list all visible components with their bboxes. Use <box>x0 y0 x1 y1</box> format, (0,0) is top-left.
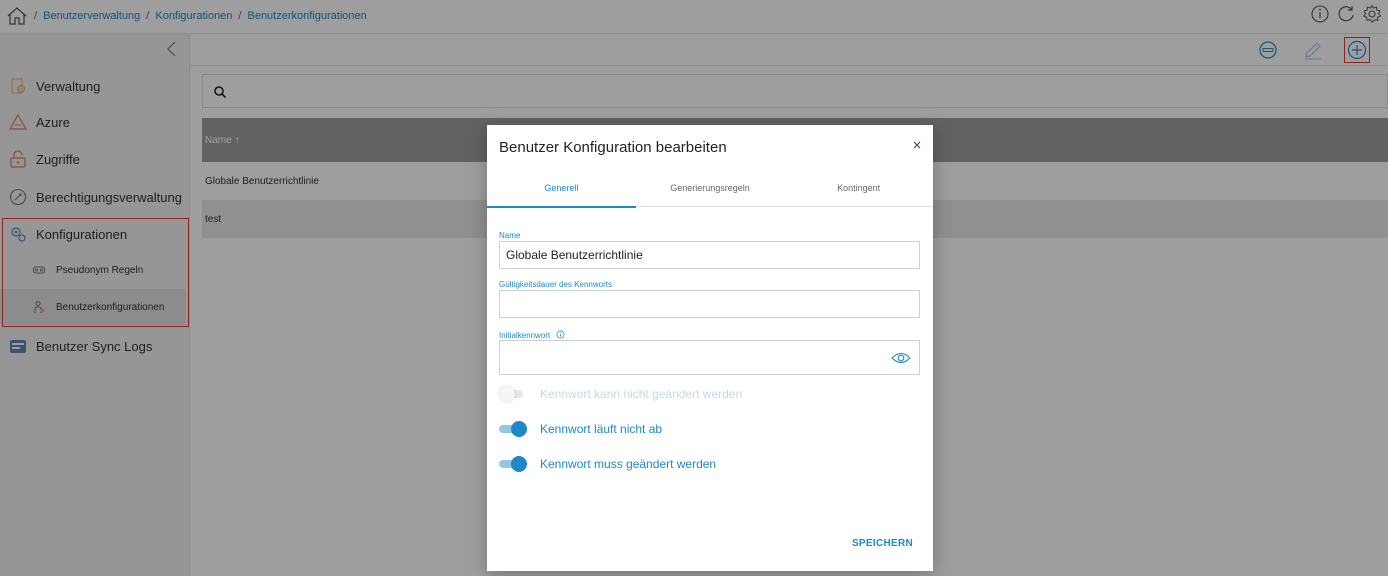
dialog-title: Benutzer Konfiguration bearbeiten <box>499 139 727 156</box>
password-validity-field[interactable] <box>499 290 920 318</box>
dialog-tabs: Generell Generierungsregeln Kontingent <box>487 169 933 208</box>
save-button[interactable]: SPEICHERN <box>852 538 913 549</box>
edit-config-dialog: Benutzer Konfiguration bearbeiten Genere… <box>487 125 933 571</box>
toggle-row-must-change: Kennwort muss geändert werden <box>499 456 716 472</box>
toggle-label: Kennwort läuft nicht ab <box>540 422 663 436</box>
toggle-label: Kennwort kann nicht geändert werden <box>540 387 743 401</box>
toggle-row-never-expires: Kennwort läuft nicht ab <box>499 421 662 437</box>
eye-icon[interactable] <box>891 350 911 366</box>
toggle-row-cannot-change: Kennwort kann nicht geändert werden <box>499 386 742 402</box>
info-icon[interactable] <box>556 330 565 339</box>
name-field-value: Globale Benutzerrichtlinie <box>506 248 643 262</box>
tab-generell[interactable]: Generell <box>487 169 636 208</box>
initial-password-label-row: Initialkennwort <box>499 330 565 340</box>
initial-password-field[interactable] <box>499 340 920 375</box>
tab-kontingent[interactable]: Kontingent <box>784 169 933 207</box>
toggle-label: Kennwort muss geändert werden <box>540 457 717 471</box>
toggle-cannot-change[interactable] <box>499 386 525 402</box>
toggle-must-change[interactable] <box>499 456 527 472</box>
close-icon[interactable] <box>911 139 923 151</box>
toggle-never-expires[interactable] <box>499 421 527 437</box>
name-field[interactable]: Globale Benutzerrichtlinie <box>499 241 920 269</box>
initial-password-label: Initialkennwort <box>499 331 551 340</box>
tab-generierungsregeln[interactable]: Generierungsregeln <box>636 169 785 207</box>
name-label: Name <box>499 231 521 240</box>
validity-label: Gültigkeitsdauer des Kennworts <box>499 280 612 289</box>
